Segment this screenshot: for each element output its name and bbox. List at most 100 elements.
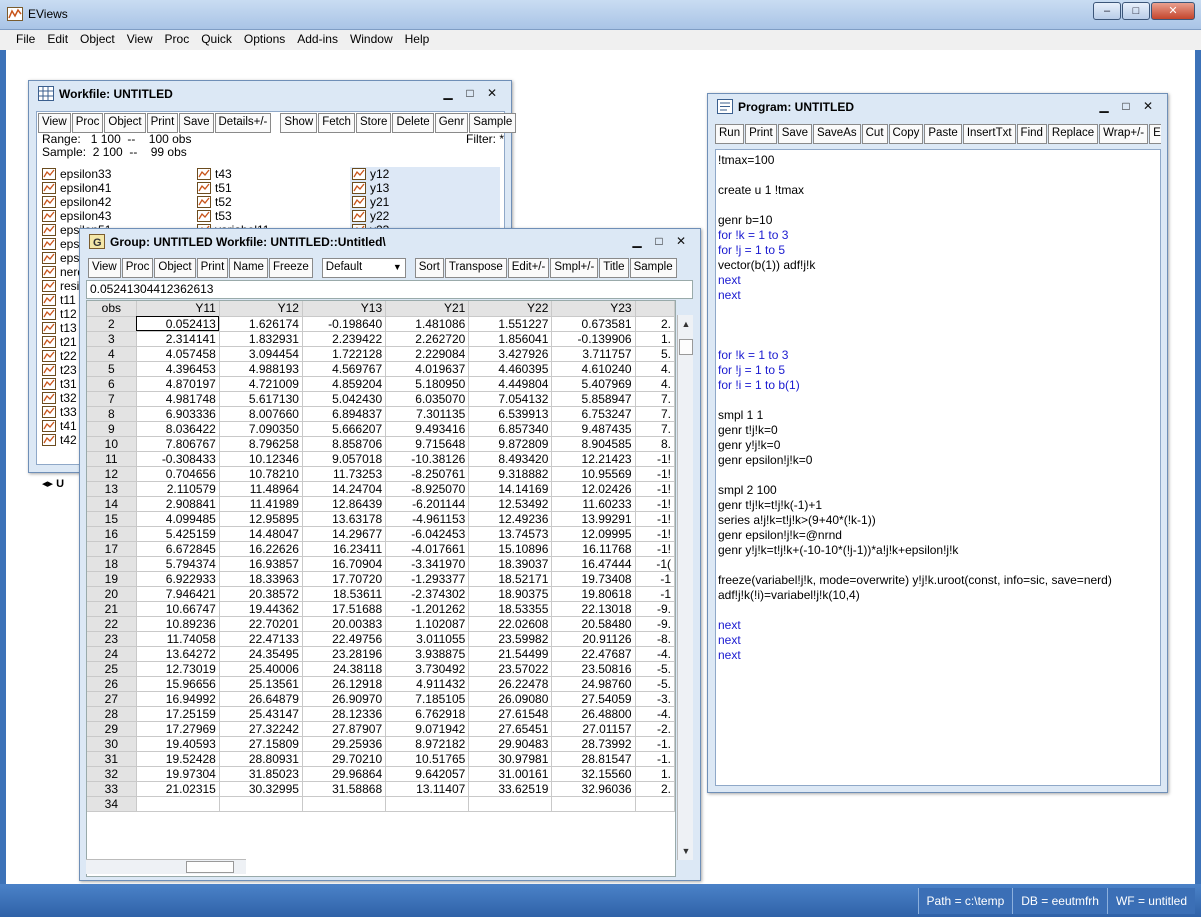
- table-cell[interactable]: -1.293377: [385, 571, 470, 587]
- table-cell[interactable]: 3.011055: [385, 631, 470, 647]
- row-header[interactable]: 16: [87, 526, 137, 542]
- table-cell[interactable]: 19.44362: [219, 601, 303, 617]
- table-cell[interactable]: 29.90483: [468, 736, 553, 752]
- close-icon[interactable]: ✕: [670, 234, 692, 249]
- workfile-object[interactable]: epsilon43: [40, 209, 111, 223]
- table-cell[interactable]: 7.054132: [468, 391, 553, 407]
- table-cell[interactable]: 2.908841: [136, 496, 220, 512]
- wrap-button[interactable]: Wrap+/-: [1099, 124, 1149, 144]
- table-cell[interactable]: 5.180950: [385, 376, 470, 392]
- table-cell[interactable]: 4.099485: [136, 511, 220, 527]
- table-cell[interactable]: 5.042430: [302, 391, 387, 407]
- paste-button[interactable]: Paste: [924, 124, 962, 144]
- workfile-object[interactable]: epsilon41: [40, 181, 111, 195]
- table-cell[interactable]: 0.052413: [136, 316, 220, 332]
- app-title-bar[interactable]: EViews ‒ □ ✕: [0, 0, 1201, 30]
- table-cell[interactable]: -3.: [635, 691, 675, 707]
- row-header[interactable]: 11: [87, 451, 137, 467]
- table-cell[interactable]: 18.39037: [468, 556, 553, 572]
- table-cell[interactable]: 31.58868: [302, 781, 387, 797]
- minimize-icon[interactable]: ▁: [626, 234, 648, 249]
- table-cell[interactable]: 7.: [635, 406, 675, 422]
- table-cell[interactable]: 10.95569: [551, 466, 636, 482]
- workfile-object[interactable]: t51: [195, 181, 232, 195]
- row-header[interactable]: 17: [87, 541, 137, 557]
- row-header[interactable]: 23: [87, 631, 137, 647]
- table-cell[interactable]: -3.341970: [385, 556, 470, 572]
- close-icon[interactable]: ✕: [1151, 2, 1195, 20]
- table-cell[interactable]: 25.43147: [219, 706, 303, 722]
- table-cell[interactable]: 6.922933: [136, 571, 220, 587]
- workfile-title-bar[interactable]: Workfile: UNTITLED ▁ □ ✕: [29, 81, 511, 107]
- table-cell[interactable]: 17.51688: [302, 601, 387, 617]
- row-header[interactable]: 13: [87, 481, 137, 497]
- table-cell[interactable]: 20.91126: [551, 631, 636, 647]
- table-cell[interactable]: [635, 796, 675, 812]
- table-cell[interactable]: 16.93857: [219, 556, 303, 572]
- table-cell[interactable]: 14.24704: [302, 481, 387, 497]
- table-cell[interactable]: 1.481086: [385, 316, 470, 332]
- maximize-icon[interactable]: □: [1122, 2, 1150, 20]
- workfile-object[interactable]: y22: [350, 209, 500, 223]
- inserttxt-button[interactable]: InsertTxt: [962, 124, 1016, 144]
- sort-button[interactable]: Sort: [414, 258, 444, 278]
- save-button[interactable]: Save: [777, 124, 812, 144]
- maximize-icon[interactable]: □: [648, 234, 670, 249]
- table-cell[interactable]: 12.73019: [136, 661, 220, 677]
- delete-button[interactable]: Delete: [392, 113, 434, 133]
- table-cell[interactable]: 6.857340: [468, 421, 553, 437]
- column-header[interactable]: Y21: [385, 301, 470, 317]
- table-cell[interactable]: 28.73992: [551, 736, 636, 752]
- table-cell[interactable]: -0.198640: [302, 316, 387, 332]
- table-cell[interactable]: 7.301135: [385, 406, 470, 422]
- table-cell[interactable]: 7.: [635, 391, 675, 407]
- program-editor[interactable]: !tmax=100 create u 1 !tmax genr b=10 for !k…: [715, 149, 1161, 786]
- table-cell[interactable]: 4.: [635, 361, 675, 377]
- table-cell[interactable]: -1.201262: [385, 601, 470, 617]
- table-cell[interactable]: 24.98760: [551, 676, 636, 692]
- row-header[interactable]: 30: [87, 736, 137, 752]
- workfile-object[interactable]: eps: [40, 237, 79, 251]
- table-cell[interactable]: 30.32995: [219, 781, 303, 797]
- table-cell[interactable]: 16.94992: [136, 691, 220, 707]
- filter-label[interactable]: Filter: *: [466, 133, 504, 146]
- table-cell[interactable]: 7.185105: [385, 691, 470, 707]
- table-cell[interactable]: 9.318882: [468, 466, 553, 482]
- table-cell[interactable]: -8.: [635, 631, 675, 647]
- table-cell[interactable]: 13.64272: [136, 646, 220, 662]
- table-cell[interactable]: 8.036422: [136, 421, 220, 437]
- table-cell[interactable]: 3.094454: [219, 346, 303, 362]
- table-cell[interactable]: 29.25936: [302, 736, 387, 752]
- table-cell[interactable]: -1!: [635, 526, 675, 542]
- table-cell[interactable]: 3.427926: [468, 346, 553, 362]
- table-cell[interactable]: -8.925070: [385, 481, 470, 497]
- table-cell[interactable]: 9.487435: [551, 421, 636, 437]
- workfile-object[interactable]: t53: [195, 209, 232, 223]
- table-cell[interactable]: 18.33963: [219, 571, 303, 587]
- cell-edit-field[interactable]: 0.05241304412362613: [86, 280, 693, 299]
- table-cell[interactable]: 29.70210: [302, 751, 387, 767]
- row-header[interactable]: 27: [87, 691, 137, 707]
- menu-quick[interactable]: Quick: [195, 30, 238, 50]
- object-button[interactable]: Object: [154, 258, 196, 278]
- workfile-object[interactable]: t31: [40, 377, 77, 391]
- table-cell[interactable]: 1.102087: [385, 616, 470, 632]
- view-button[interactable]: View: [38, 113, 71, 133]
- table-cell[interactable]: 17.25159: [136, 706, 220, 722]
- table-cell[interactable]: [136, 796, 220, 812]
- workfile-object[interactable]: y12: [350, 167, 500, 181]
- table-cell[interactable]: 7.806767: [136, 436, 220, 452]
- minimize-icon[interactable]: ▁: [1093, 99, 1115, 114]
- row-header[interactable]: 10: [87, 436, 137, 452]
- table-cell[interactable]: -1!: [635, 496, 675, 512]
- table-cell[interactable]: 2.229084: [385, 346, 470, 362]
- table-cell[interactable]: 18.90375: [468, 586, 553, 602]
- row-header[interactable]: 15: [87, 511, 137, 527]
- column-header[interactable]: Y12: [219, 301, 303, 317]
- table-cell[interactable]: -9.: [635, 616, 675, 632]
- table-cell[interactable]: 8.007660: [219, 406, 303, 422]
- table-cell[interactable]: -0.308433: [136, 451, 220, 467]
- row-header[interactable]: 19: [87, 571, 137, 587]
- table-cell[interactable]: 8.904585: [551, 436, 636, 452]
- table-cell[interactable]: 23.57022: [468, 661, 553, 677]
